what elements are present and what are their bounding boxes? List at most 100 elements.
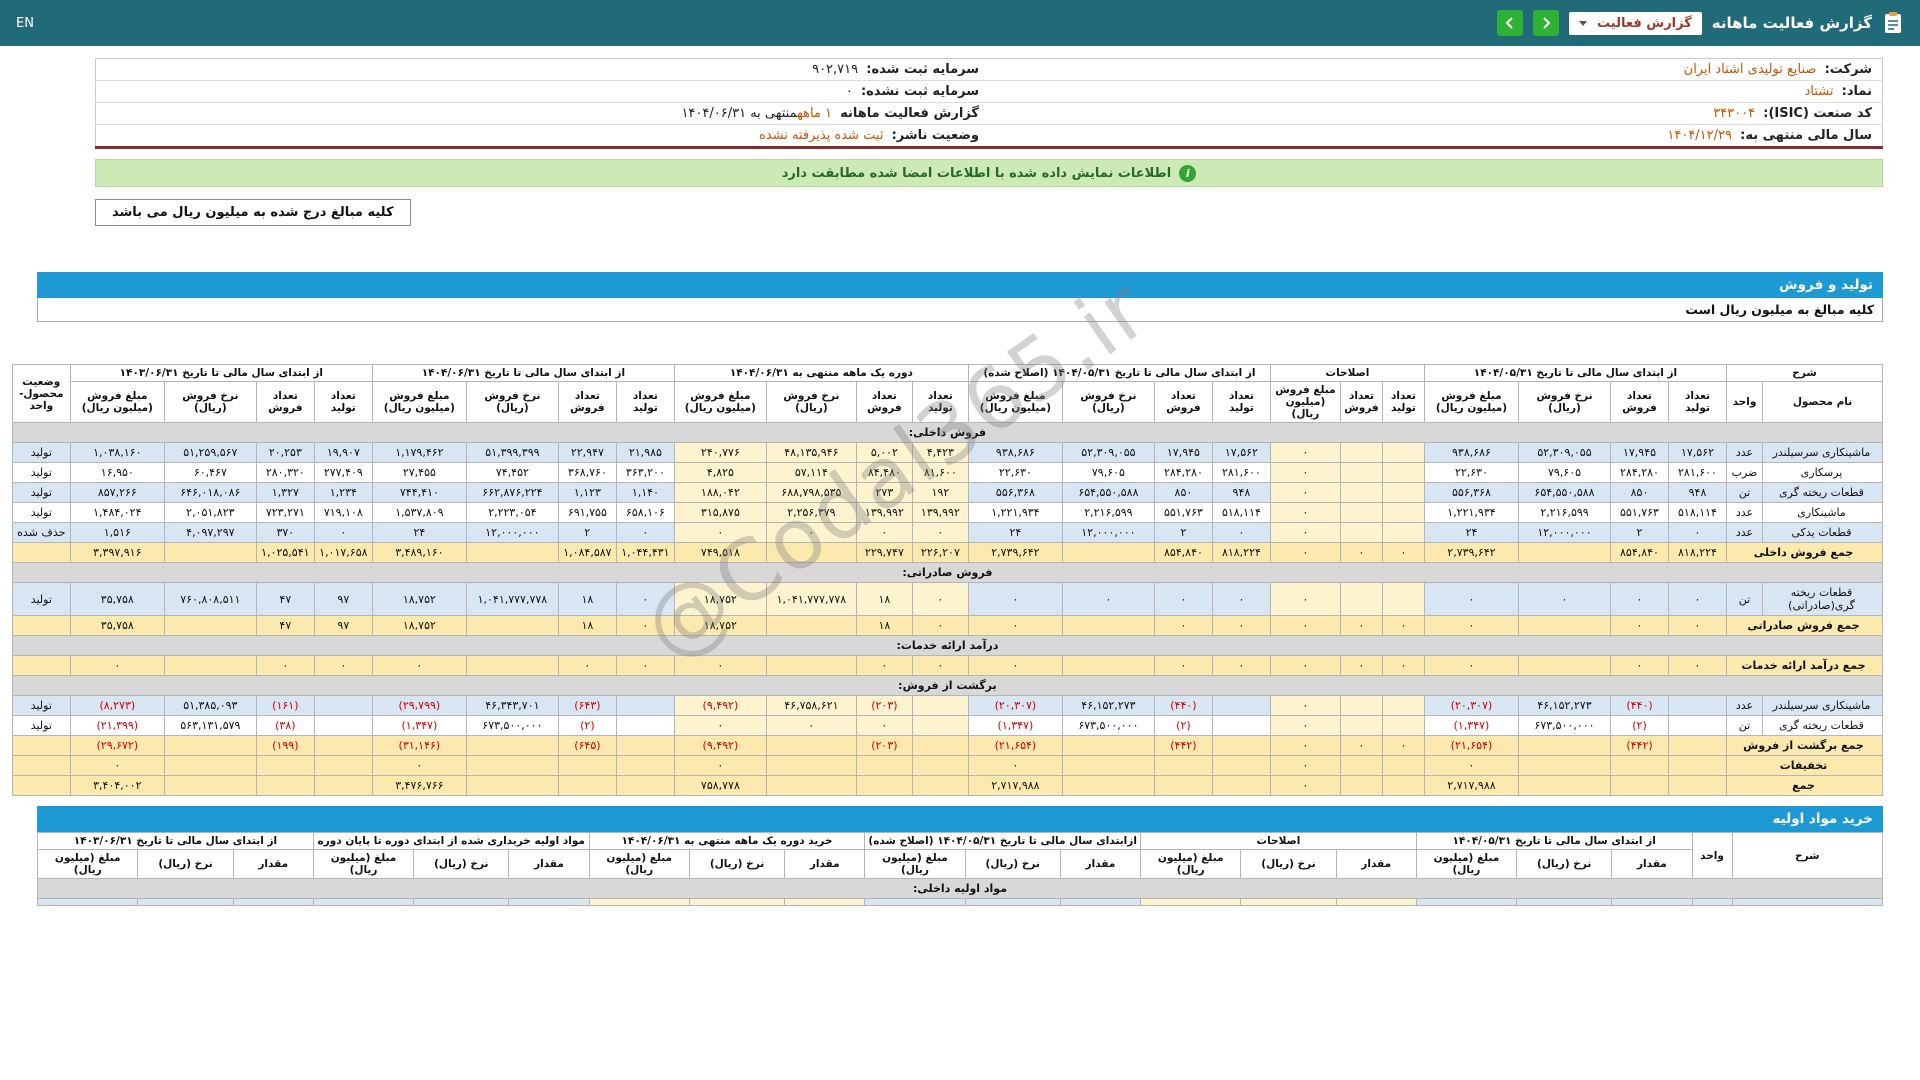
value-cell: (۸,۲۷۳) xyxy=(70,696,164,716)
value-cell xyxy=(1382,776,1424,796)
value-cell: ۱,۰۴۱,۷۷۷,۷۷۸ xyxy=(466,583,558,616)
value-cell: ۸۱,۶۰۰ xyxy=(912,463,968,483)
value-cell xyxy=(1382,463,1424,483)
status-cell: تولید xyxy=(12,696,70,716)
unit-cell: تن xyxy=(1727,716,1763,736)
value-cell: ۰ xyxy=(1212,583,1270,616)
value-cell: ۸۱۸,۲۲۴ xyxy=(1669,543,1727,563)
info-label: سال مالی منتهی به: xyxy=(1740,128,1872,143)
product-name-cell: جمع فروش داخلی xyxy=(1727,543,1883,563)
value-cell: ۶۷۳,۵۰۰,۰۰۰ xyxy=(1062,716,1154,736)
value-cell: ۰ xyxy=(70,656,164,676)
info-label: سرمایه ثبت نشده: xyxy=(861,84,979,99)
value-cell: ۰ xyxy=(766,716,856,736)
value-cell: ۹۳۸,۶۸۶ xyxy=(1424,443,1518,463)
value-cell: ۰ xyxy=(968,583,1062,616)
value-cell: ۸۴,۴۸۰ xyxy=(856,463,912,483)
value-cell: ۰ xyxy=(616,616,674,636)
table-row: قطعات ریخته گریتن(۲)۶۷۳,۵۰۰,۰۰۰(۱,۳۴۷)۰(… xyxy=(12,716,1882,736)
section-row-label: فروش داخلی: xyxy=(12,423,1882,443)
value-cell: (۲) xyxy=(1611,716,1669,736)
prev-report-button[interactable] xyxy=(1497,10,1523,36)
value-cell: ۲۴۰,۷۷۶ xyxy=(674,443,766,463)
column-header: نرخ (ریال) xyxy=(138,850,233,879)
group-header: از ابتدای سال مالی تا تاریخ ۱۴۰۴/۰۵/۳۱ xyxy=(1424,365,1726,382)
value-cell: ۲۷۳ xyxy=(856,483,912,503)
value-cell: ۱۷,۹۴۵ xyxy=(1611,443,1669,463)
value-cell xyxy=(1062,543,1154,563)
value-cell: ۱۳۹,۹۹۲ xyxy=(856,503,912,523)
next-report-button[interactable] xyxy=(1533,10,1559,36)
report-type-select[interactable]: گزارش فعالیت xyxy=(1569,12,1702,35)
value-cell: (۲) xyxy=(558,716,616,736)
value-cell xyxy=(256,776,314,796)
value-cell: (۲۹,۶۷۲) xyxy=(70,736,164,756)
corner-header: شرح xyxy=(1732,833,1882,879)
value-cell: ۰ xyxy=(1154,616,1212,636)
unit-cell: تن xyxy=(1727,583,1763,616)
value-cell: ۲,۲۲۳,۰۵۴ xyxy=(466,503,558,523)
value-cell xyxy=(1060,899,1140,906)
value-cell: ۵۱,۲۵۹,۵۶۷ xyxy=(164,443,256,463)
value-cell: (۴۴۰) xyxy=(1154,696,1212,716)
value-cell: ۰ xyxy=(1270,756,1340,776)
value-cell xyxy=(912,776,968,796)
value-cell xyxy=(414,899,509,906)
value-cell: ۵۲,۳۰۹,۰۵۵ xyxy=(1519,443,1611,463)
value-cell: ۱۲,۰۰۰,۰۰۰ xyxy=(1062,523,1154,543)
value-cell: ۳۷۰ xyxy=(256,523,314,543)
value-cell: ۰ xyxy=(674,523,766,543)
product-name-cell: ماشینکاری xyxy=(1763,503,1883,523)
value-cell: ۱۸,۷۵۲ xyxy=(372,583,466,616)
value-cell: ۱۸ xyxy=(558,583,616,616)
value-cell: ۵۵۱,۷۶۳ xyxy=(1154,503,1212,523)
value-cell: ۸۱۸,۲۲۴ xyxy=(1212,543,1270,563)
unit-cell: ضرب xyxy=(1727,463,1763,483)
value-cell xyxy=(616,716,674,736)
value-cell: ۷۴۴,۴۱۰ xyxy=(372,483,466,503)
value-cell xyxy=(616,756,674,776)
value-cell: ۲۷,۴۵۵ xyxy=(372,463,466,483)
info-cell: وضعیت ناشر: ثبت شده پذیرفته نشده xyxy=(96,125,990,148)
corner-sub-header: واحد xyxy=(1727,382,1763,423)
column-header: تعداد فروش xyxy=(1340,382,1382,423)
value-cell: ۰ xyxy=(1270,696,1340,716)
value-cell xyxy=(164,656,256,676)
value-cell: ۲۲۹,۷۴۷ xyxy=(856,543,912,563)
value-cell: ۶۵۴,۵۵۰,۵۸۸ xyxy=(1062,483,1154,503)
value-cell xyxy=(1212,716,1270,736)
value-cell xyxy=(1212,696,1270,716)
value-cell: ۱,۱۷۹,۴۶۲ xyxy=(372,443,466,463)
top-bar: گزارش فعالیت ماهانه گزارش فعالیت EN xyxy=(0,0,1920,46)
value-cell: ۰ xyxy=(1270,716,1340,736)
value-cell: ۰ xyxy=(1270,483,1340,503)
value-cell xyxy=(164,616,256,636)
value-cell: ۵۱,۳۹۹,۳۹۹ xyxy=(466,443,558,463)
table-row: جمع فروش داخلی۸۱۸,۲۲۴۸۵۴,۸۴۰۲,۷۳۹,۶۴۲۰۰۰… xyxy=(12,543,1882,563)
signed-data-notice: i اطلاعات نمایش داده شده با اطلاعات امضا… xyxy=(95,159,1883,187)
table-row: تخفیفات۰۰۰۰۰۰ xyxy=(12,756,1882,776)
value-cell: ۷۹,۶۰۵ xyxy=(1519,463,1611,483)
table-row: قطعات ریخته گریتن۹۴۸۸۵۰۶۵۴,۵۵۰,۵۸۸۵۵۶,۳۶… xyxy=(12,483,1882,503)
section-row-label: مواد اولیه داخلی: xyxy=(38,879,1883,899)
value-cell: ۵۱۸,۱۱۴ xyxy=(1669,503,1727,523)
value-cell: ۰ xyxy=(256,656,314,676)
product-name-cell: ماشینکاری سرسیلندر xyxy=(1763,696,1883,716)
value-cell xyxy=(1611,776,1669,796)
value-cell: ۰ xyxy=(1270,776,1340,796)
value-cell xyxy=(1669,736,1727,756)
table-row: جمع فروش صادراتی۰۰۰۰۰۰۰۰۰۰۱۸۱۸,۷۵۲۰۱۸۱۸,… xyxy=(12,616,1882,636)
value-cell: ۰ xyxy=(372,756,466,776)
value-cell: ۰ xyxy=(1270,656,1340,676)
value-cell: ۴۷ xyxy=(256,583,314,616)
value-cell: ۲,۷۱۷,۹۸۸ xyxy=(1424,776,1518,796)
group-header: ازابتدای سال مالی تا تاریخ ۱۴۰۴/۰۵/۳۱ (ا… xyxy=(865,833,1141,850)
value-cell: (۲۱,۳۹۹) xyxy=(70,716,164,736)
value-cell: ۱,۲۲۱,۹۳۴ xyxy=(968,503,1062,523)
language-toggle[interactable]: EN xyxy=(16,16,34,31)
group-header: از ابتدای سال مالی تا تاریخ ۱۴۰۴/۰۵/۳۱ xyxy=(1416,833,1692,850)
section-row-label: درآمد ارائه خدمات: xyxy=(12,636,1882,656)
value-cell: ۰ xyxy=(1669,656,1727,676)
value-cell xyxy=(314,696,372,716)
purchase-section-header: خرید مواد اولیه xyxy=(37,806,1883,832)
